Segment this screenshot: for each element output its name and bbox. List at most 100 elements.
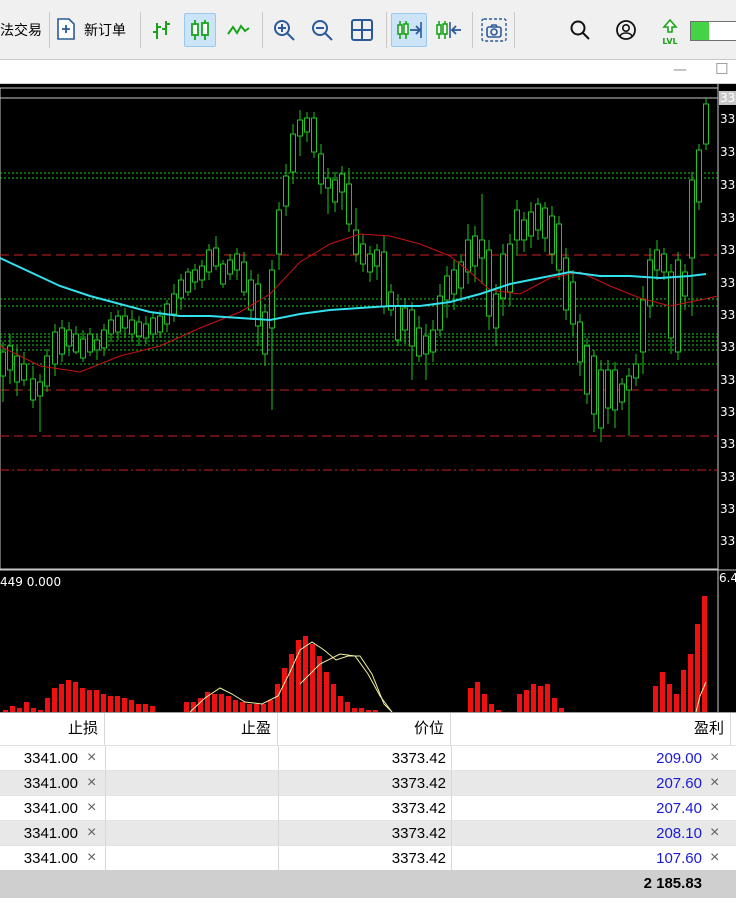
volume-bar (489, 704, 494, 712)
volume-bar (545, 684, 550, 712)
close-position-button[interactable]: × (710, 796, 719, 821)
signal-icon[interactable]: LVL (660, 18, 680, 46)
close-position-button[interactable]: × (710, 746, 719, 771)
close-position-button[interactable]: × (710, 771, 719, 796)
take-profit-value[interactable] (105, 821, 272, 846)
take-profit-value[interactable] (105, 796, 272, 821)
candle-body (577, 321, 583, 363)
volume-bar (268, 700, 273, 712)
autoscroll-icon[interactable] (391, 13, 427, 47)
clear-stop-loss-button[interactable]: × (87, 846, 96, 871)
candle-body (661, 253, 667, 273)
moving-average-slow-line (0, 257, 707, 322)
volume-bar (345, 702, 350, 712)
candle-body (647, 259, 653, 307)
take-profit-value[interactable] (105, 771, 272, 796)
stop-loss-value[interactable]: 3341.00 (0, 846, 78, 871)
clear-stop-loss-button[interactable]: × (87, 821, 96, 846)
volume-bar (254, 704, 259, 712)
account-icon[interactable] (610, 13, 642, 47)
price-axis-label: 33 (720, 405, 735, 419)
candle-body (171, 293, 177, 315)
candle-body (262, 311, 268, 355)
table-row[interactable]: 3341.00 × 3373.42 207.60 × (0, 770, 736, 796)
take-profit-value[interactable] (105, 846, 272, 871)
candle-body (703, 103, 709, 145)
maximize-button[interactable]: ☐ (715, 60, 728, 78)
candle-body (199, 265, 205, 281)
price-axis-label: 33 (720, 243, 735, 257)
candle-body (549, 215, 555, 255)
column-header-price[interactable]: 价位 (278, 713, 451, 745)
lvl-label: LVL (662, 37, 678, 46)
close-position-button[interactable]: × (710, 821, 719, 846)
column-header-take-profit[interactable]: 止盈 (105, 713, 278, 745)
volume-bar (660, 672, 665, 712)
candle-body (514, 209, 520, 241)
candle-body (486, 249, 492, 317)
table-row[interactable]: 3341.00 × 3373.42 207.40 × (0, 795, 736, 821)
volume-bar (219, 694, 224, 712)
price-axis-label: 33 (720, 145, 735, 159)
volume-bar (52, 688, 57, 712)
candle-body (150, 317, 156, 335)
clear-stop-loss-button[interactable]: × (87, 796, 96, 821)
chart-canvas: 33 33 33 33 33 33 33 33 33 33 33 33 33 33 33 449 0.000… (0, 84, 736, 713)
volume-bar (73, 682, 78, 712)
candle-body (675, 259, 681, 353)
bar-chart-icon[interactable] (146, 13, 178, 47)
column-header-profit[interactable]: 盈利 (451, 713, 731, 745)
table-row[interactable]: 3341.00 × 3373.42 208.10 × (0, 820, 736, 846)
volume-bar (667, 684, 672, 712)
price-value: 3373.42 (391, 775, 446, 792)
candle-body (444, 275, 450, 301)
volume-bar (482, 694, 487, 712)
close-position-button[interactable]: × (710, 846, 719, 871)
volume-bar (115, 696, 120, 712)
price-value: 3373.42 (391, 750, 446, 767)
stop-loss-value[interactable]: 3341.00 (0, 746, 78, 771)
zoom-out-icon[interactable] (306, 13, 338, 47)
table-row[interactable]: 3341.00 × 3373.42 107.60 × (0, 845, 736, 871)
candle-body (360, 243, 366, 265)
stop-loss-value[interactable]: 3341.00 (0, 771, 78, 796)
candle-body (374, 249, 380, 267)
candle-body (318, 153, 324, 185)
stop-loss-value[interactable]: 3341.00 (0, 821, 78, 846)
line-chart-icon[interactable] (222, 13, 254, 47)
take-profit-value[interactable] (105, 746, 272, 771)
volume-bar (475, 682, 480, 712)
algo-trading-button[interactable]: 法交易 (0, 20, 42, 40)
candle-body (451, 269, 457, 295)
new-order-icon[interactable] (56, 18, 76, 40)
volume-bar (94, 690, 99, 712)
candle-body (339, 173, 345, 193)
column-header-stop-loss[interactable]: 止损 (0, 713, 105, 745)
candlestick-icon[interactable] (184, 13, 216, 47)
volume-bar (524, 690, 529, 712)
new-order-button[interactable]: 新订单 (84, 20, 126, 40)
chart-shift-icon[interactable] (430, 13, 466, 47)
price-chart[interactable]: 33 33 33 33 33 33 33 33 33 33 33 33 33 33 33 449 0.000… (0, 84, 736, 713)
table-header: 止损 止盈 价位 盈利 (0, 713, 736, 745)
toolbar-divider (262, 12, 263, 48)
candle-body (241, 261, 247, 293)
volume-bar (468, 688, 473, 712)
grid-icon[interactable] (346, 13, 378, 47)
candle-body (409, 309, 415, 347)
clear-stop-loss-button[interactable]: × (87, 771, 96, 796)
zoom-in-icon[interactable] (268, 13, 300, 47)
volume-bar (324, 672, 329, 712)
screenshot-icon[interactable] (478, 13, 510, 47)
stop-loss-value[interactable]: 3341.00 (0, 796, 78, 821)
candle-body (535, 203, 541, 231)
minimize-button[interactable]: — (673, 62, 687, 78)
search-icon[interactable] (564, 13, 596, 47)
candle-body (570, 281, 576, 325)
table-row[interactable]: 3341.00 × 3373.42 209.00 × (0, 745, 736, 771)
candle-body (59, 327, 65, 355)
candle-body (528, 211, 534, 237)
volume-bar (531, 684, 536, 712)
price-axis-label: 33 (720, 276, 735, 290)
clear-stop-loss-button[interactable]: × (87, 746, 96, 771)
